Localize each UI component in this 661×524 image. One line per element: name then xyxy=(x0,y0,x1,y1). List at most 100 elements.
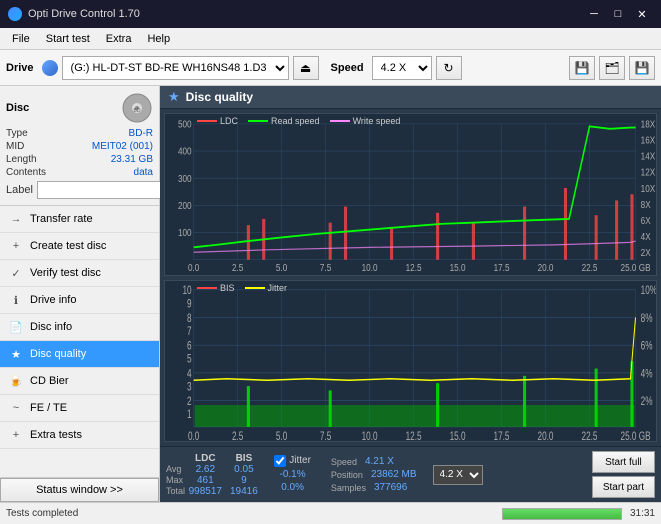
disc-mid-label: MID xyxy=(6,141,24,152)
disc-label-input[interactable] xyxy=(37,181,175,199)
tool-btn-2[interactable]: 🗂 xyxy=(599,56,625,80)
speed-dropdown[interactable]: 4.2 X xyxy=(433,465,483,485)
sidebar-item-cd-bier[interactable]: 🍺 CD Bier xyxy=(0,368,159,395)
menu-help[interactable]: Help xyxy=(139,31,178,47)
svg-text:8%: 8% xyxy=(641,312,653,325)
disc-length-label: Length xyxy=(6,154,37,165)
svg-text:9: 9 xyxy=(187,297,192,310)
menu-file[interactable]: File xyxy=(4,31,38,47)
jitter-section: Jitter -0.1% 0.0% xyxy=(274,455,311,495)
speed-selector[interactable]: 4.2 X xyxy=(372,56,432,80)
menu-start-test[interactable]: Start test xyxy=(38,31,98,47)
svg-text:25.0 GB: 25.0 GB xyxy=(621,262,651,273)
sidebar-item-fe-te[interactable]: ~ FE / TE xyxy=(0,395,159,422)
status-text: Tests completed xyxy=(6,508,494,519)
disc-label-label: Label xyxy=(6,184,33,196)
status-window-button[interactable]: Status window >> xyxy=(0,478,159,502)
svg-text:4%: 4% xyxy=(641,368,653,381)
toolbar: Drive (G:) HL-DT-ST BD-RE WH16NS48 1.D3 … xyxy=(0,50,661,86)
samples-value: 377696 xyxy=(374,482,407,493)
stat-max-ldc: 461 xyxy=(185,475,226,486)
svg-text:10X: 10X xyxy=(641,183,656,194)
svg-text:5.0: 5.0 xyxy=(276,430,288,441)
legend-read-speed-label: Read speed xyxy=(271,116,320,126)
svg-text:16X: 16X xyxy=(641,135,656,146)
window-controls: ─ □ ✕ xyxy=(583,5,653,23)
svg-text:0.0: 0.0 xyxy=(188,262,199,273)
speed-stat-value: 4.21 X xyxy=(365,456,394,467)
drive-selector[interactable]: (G:) HL-DT-ST BD-RE WH16NS48 1.D3 xyxy=(62,56,289,80)
stat-max-bis: 9 xyxy=(226,475,263,486)
save-button[interactable]: 💾 xyxy=(629,56,655,80)
sidebar-item-disc-info[interactable]: 📄 Disc info xyxy=(0,314,159,341)
extra-tests-icon: + xyxy=(8,427,24,443)
sidebar-item-create-test-disc[interactable]: + Create test disc xyxy=(0,233,159,260)
tool-btn-1[interactable]: 💾 xyxy=(569,56,595,80)
svg-text:12.5: 12.5 xyxy=(406,262,422,273)
disc-icon: BD xyxy=(121,92,153,124)
samples-label: Samples xyxy=(331,483,366,493)
charts-area: LDC Read speed Write speed xyxy=(160,109,661,446)
stat-header-ldc: LDC xyxy=(185,453,226,464)
sidebar-item-extra-tests[interactable]: + Extra tests xyxy=(0,422,159,449)
speed-stat-label: Speed xyxy=(331,457,357,467)
disc-contents-label: Contents xyxy=(6,167,46,178)
total-label: Total xyxy=(166,486,185,497)
legend-bis-dot xyxy=(197,287,217,289)
stat-avg-ldc: 2.62 xyxy=(185,464,226,475)
svg-text:2X: 2X xyxy=(641,247,651,258)
disc-quality-icon: ★ xyxy=(8,346,24,362)
disc-info-icon: 📄 xyxy=(8,319,24,335)
svg-text:17.5: 17.5 xyxy=(494,262,510,273)
svg-text:100: 100 xyxy=(178,228,192,239)
maximize-button[interactable]: □ xyxy=(607,5,629,23)
progress-bar xyxy=(502,508,622,520)
menu-bar: File Start test Extra Help xyxy=(0,28,661,50)
sidebar-item-drive-info[interactable]: ℹ Drive info xyxy=(0,287,159,314)
title-bar: Opti Drive Control 1.70 ─ □ ✕ xyxy=(0,0,661,28)
start-part-button[interactable]: Start part xyxy=(592,476,655,498)
svg-text:18X: 18X xyxy=(641,119,656,130)
legend-bis: BIS xyxy=(197,283,235,293)
legend-read-speed: Read speed xyxy=(248,116,320,126)
chart2-svg: 10 9 8 7 6 5 4 3 2 1 10% 8% 6% 4% 2% xyxy=(165,281,656,442)
svg-text:14X: 14X xyxy=(641,151,656,162)
start-full-button[interactable]: Start full xyxy=(592,451,655,473)
sidebar-item-verify-test-disc[interactable]: ✓ Verify test disc xyxy=(0,260,159,287)
svg-text:12X: 12X xyxy=(641,167,656,178)
svg-text:2%: 2% xyxy=(641,395,653,408)
refresh-button[interactable]: ↻ xyxy=(436,56,462,80)
chart1-container: LDC Read speed Write speed xyxy=(164,113,657,276)
stats-row: LDC BIS Avg 2.62 0.05 Max 461 9 Total xyxy=(166,451,655,498)
svg-text:20.0: 20.0 xyxy=(538,262,554,273)
jitter-check-row: Jitter xyxy=(274,455,311,467)
nav-label-disc-info: Disc info xyxy=(30,321,72,333)
stat-total-ldc: 998517 xyxy=(185,486,226,497)
position-label: Position xyxy=(331,470,363,480)
fe-te-icon: ~ xyxy=(8,400,24,416)
menu-extra[interactable]: Extra xyxy=(98,31,140,47)
close-button[interactable]: ✕ xyxy=(631,5,653,23)
sidebar-item-transfer-rate[interactable]: → Transfer rate xyxy=(0,206,159,233)
disc-title: Disc xyxy=(6,102,29,114)
speed-pos-section: Speed 4.21 X Position 23862 MB Samples 3… xyxy=(331,456,417,493)
svg-text:4: 4 xyxy=(187,368,192,381)
jitter-checkbox[interactable] xyxy=(274,455,286,467)
svg-text:1: 1 xyxy=(187,408,192,421)
svg-text:6X: 6X xyxy=(641,215,651,226)
legend-jitter-dot xyxy=(245,287,265,289)
nav-label-disc-quality: Disc quality xyxy=(30,348,86,360)
svg-text:3: 3 xyxy=(187,381,192,394)
svg-text:4X: 4X xyxy=(641,231,651,242)
status-bar: Tests completed 31:31 xyxy=(0,502,661,524)
legend-ldc: LDC xyxy=(197,116,238,126)
svg-text:400: 400 xyxy=(178,146,192,157)
svg-text:22.5: 22.5 xyxy=(582,262,598,273)
legend-ldc-dot xyxy=(197,120,217,122)
minimize-button[interactable]: ─ xyxy=(583,5,605,23)
action-buttons: Start full Start part xyxy=(592,451,655,498)
drive-info-icon: ℹ xyxy=(8,292,24,308)
eject-button[interactable]: ⏏ xyxy=(293,56,319,80)
svg-text:300: 300 xyxy=(178,173,192,184)
sidebar-item-disc-quality[interactable]: ★ Disc quality xyxy=(0,341,159,368)
